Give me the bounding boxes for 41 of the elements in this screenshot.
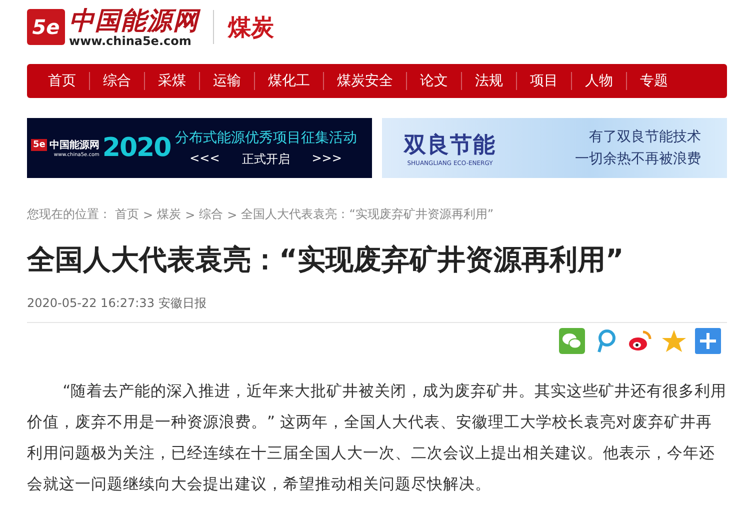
logo-mark[interactable]: 5e [27, 9, 65, 45]
channel-title: 煤炭 [228, 14, 274, 42]
breadcrumb-separator: > [143, 208, 154, 222]
banner-headline: 分布式能源优秀项目征集活动 [174, 128, 357, 146]
breadcrumb-link[interactable]: 煤炭 [157, 206, 182, 223]
star-icon [661, 328, 687, 354]
logo-mark: 5e [31, 139, 48, 151]
article-meta: 2020-05-22 16:27:33 安徽日报 [27, 295, 208, 312]
nav-link[interactable]: 项目 [516, 72, 571, 90]
breadcrumb-link[interactable]: 综合 [199, 206, 224, 223]
nav-link[interactable]: 论文 [406, 72, 461, 90]
nav-link[interactable]: 采煤 [144, 72, 199, 90]
banner-arrows: <<< [190, 150, 220, 166]
chat-bubbles-icon [559, 328, 585, 354]
nav-link[interactable]: 综合 [89, 72, 144, 90]
nav-link[interactable]: 煤化工 [254, 72, 323, 90]
breadcrumb-separator: > [227, 208, 238, 222]
breadcrumb-label: 您现在的位置： [27, 206, 111, 223]
logo-url: www.china5e.com [69, 34, 192, 46]
banner-year: 2020 [102, 133, 171, 163]
nav-link[interactable]: 专题 [626, 72, 681, 90]
brand-name: 双良节能 [404, 132, 496, 160]
nav-link[interactable]: 运输 [199, 72, 254, 90]
banner-arrows: >>> [312, 150, 342, 166]
nav-link[interactable]: 首页 [35, 72, 89, 90]
breadcrumb-link[interactable]: 首页 [115, 206, 139, 223]
share-button[interactable] [559, 328, 585, 354]
banner-slogan: 有了双良节能技术 [589, 128, 701, 146]
article-title: 全国人大代表袁亮：“实现废弃矿井资源再利用” [27, 242, 625, 278]
article-paragraph: “随着去产能的深入推进，近年来大批矿井被关闭，成为废弃矿井。其实这些矿井还有很多利用价值，废弃不用是一种资源浪费。” 这两年，全国人大代表、安徽理工大学校长袁亮对废弃矿井再利用问题极为关注，已经连续在十三届全国人大一次、二次会议上提出相关建议。他表示，今年还会就这一问题继续向大会提出建议，希望推动相关问题尽快解决。 [27, 381, 727, 495]
nav-link[interactable]: 人物 [571, 72, 626, 90]
share-button[interactable] [695, 328, 721, 354]
plus-icon [695, 328, 721, 354]
logo-name: 中国能源网 [49, 138, 100, 152]
logo-name: 中国能源网 [69, 8, 199, 32]
nav-link[interactable]: 法规 [461, 72, 516, 90]
banner-slogan: 一切余热不再被浪费 [575, 150, 701, 168]
breadcrumb-separator: > [185, 208, 196, 222]
nav-link[interactable]: 煤炭安全 [323, 72, 406, 90]
banner-subline: 正式开启 [242, 150, 290, 168]
breadcrumb-link[interactable]: 全国人大代表袁亮：“实现废弃矿井资源再利用” [241, 206, 494, 223]
